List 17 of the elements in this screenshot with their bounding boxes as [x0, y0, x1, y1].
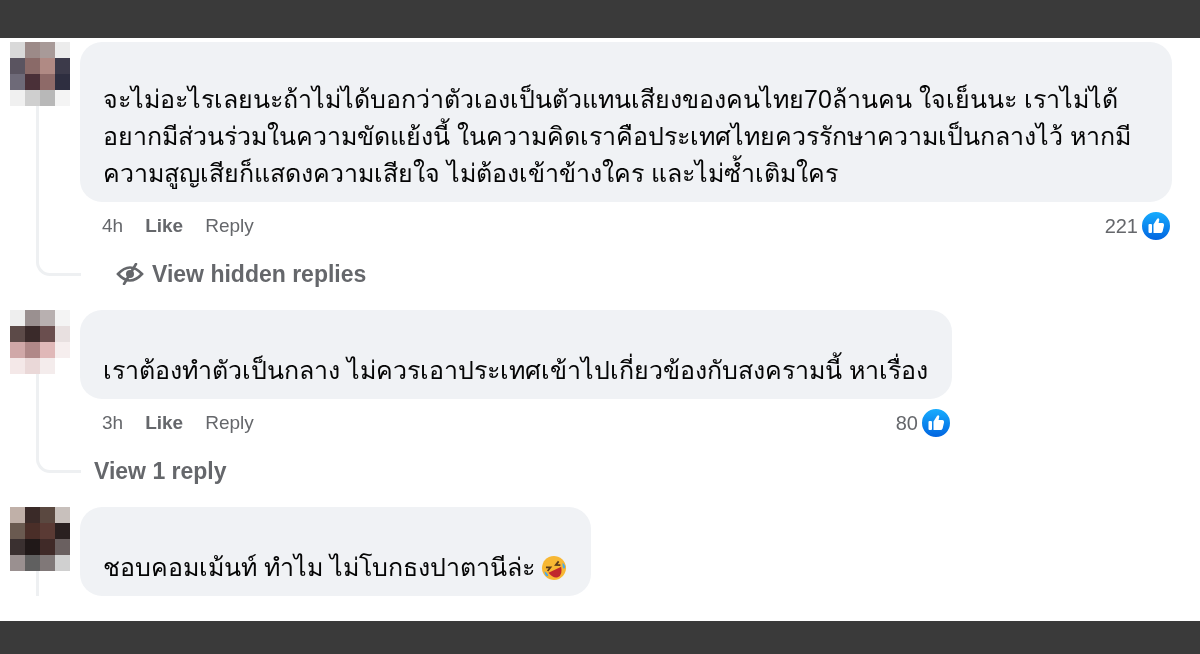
like-icon — [1140, 210, 1172, 242]
laughing-emoji-icon — [540, 554, 567, 581]
comment-time: 4h — [102, 215, 124, 237]
comment-text: จะไม่อะไรเลยนะถ้าไม่ได้บอกว่าตัวเองเป็นตัวแทนเสียงของคนไทย70ล้านคน ใจเย็นนะ เราไม่ได้อยากมีส่วนร่วมในความขัดแย้งนี้ ในความคิดเราคือประเทศไทยควรรักษาความเป็นกลางไว้ หากมีความสูญเสียก็แสดงความเสียใจ ไม่ต้องเข้าข้างใคร และไม่ซ้ำเติมใคร — [103, 83, 1132, 191]
view-replies-link[interactable]: View 1 reply — [94, 457, 227, 485]
comment-text: ชอบคอมเม้นท์ ทำไม ไม่โบกธงปาตานีล่ะ — [103, 552, 535, 583]
reaction-count: 221 — [1104, 214, 1138, 238]
like-icon — [919, 407, 952, 439]
view-replies-link[interactable]: View hidden replies — [152, 260, 367, 288]
like-link[interactable]: Like — [145, 412, 184, 434]
eye-slash-icon — [116, 263, 144, 285]
like-link[interactable]: Like — [145, 215, 184, 237]
reply-link[interactable]: Reply — [205, 412, 254, 434]
reply-link[interactable]: Reply — [205, 215, 254, 237]
reaction-count: 80 — [895, 411, 918, 435]
comment-text: เราต้องทำตัวเป็นกลาง ไม่ควรเอาประเทศเข้าไปเกี่ยวข้องกับสงครามนี้ หาเรื่อง — [103, 352, 928, 389]
comment-time: 3h — [102, 412, 124, 434]
